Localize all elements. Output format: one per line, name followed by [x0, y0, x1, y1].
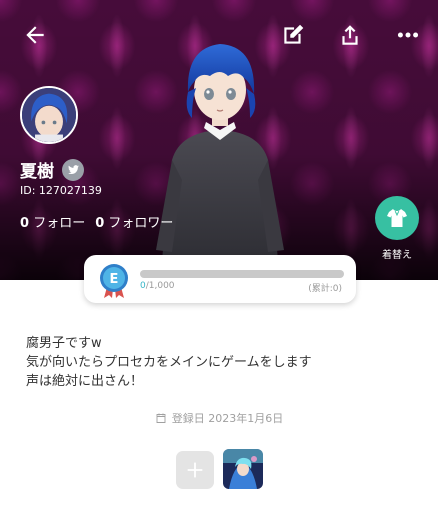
- level-badge-icon: E: [100, 264, 128, 298]
- calendar-icon: [156, 413, 166, 423]
- level-letter: E: [110, 272, 119, 287]
- registration-label: 登録日 2023年1月6日: [171, 412, 284, 425]
- back-arrow-icon: [26, 26, 44, 44]
- bio-text: 腐男子ですw 気が向いたらプロセカをメインにゲームをします 声は絶対に出さん！: [26, 336, 312, 389]
- wardrobe-label: 着替え: [382, 250, 412, 261]
- level-progress-bar: [140, 270, 344, 278]
- more-button[interactable]: [391, 18, 425, 52]
- following-label: フォロー: [33, 216, 86, 231]
- game-thumbnail[interactable]: [223, 449, 263, 489]
- back-button[interactable]: [18, 18, 52, 52]
- twitter-icon[interactable]: [62, 158, 84, 181]
- level-card[interactable]: E 0/1,000 (累計:0): [84, 255, 356, 303]
- level-total: (累計:0): [308, 284, 342, 294]
- more-icon: [397, 32, 419, 38]
- registration-date: 登録日 2023年1月6日: [0, 410, 438, 426]
- plus-icon: [187, 462, 203, 478]
- share-button[interactable]: [333, 18, 367, 52]
- wardrobe-button[interactable]: 着替え: [374, 196, 420, 261]
- followers-link[interactable]: 0 フォロワー: [95, 212, 173, 231]
- level-max: /1,000: [145, 281, 175, 291]
- avatar[interactable]: [20, 86, 78, 144]
- edit-button[interactable]: [276, 18, 310, 52]
- user-id: ID: 127027139: [20, 184, 102, 197]
- username: 夏樹: [20, 162, 54, 182]
- add-button[interactable]: [176, 451, 214, 489]
- shirt-icon: [375, 196, 419, 240]
- level-progress-count: 0/1,000: [140, 281, 175, 291]
- follow-stats: 0 フォロー 0 フォロワー: [20, 212, 173, 231]
- character-model[interactable]: [120, 30, 320, 280]
- username-row: 夏樹: [20, 157, 84, 182]
- followers-count: 0: [95, 216, 105, 231]
- following-link[interactable]: 0 フォロー: [20, 212, 85, 231]
- edit-icon: [284, 24, 304, 44]
- following-count: 0: [20, 216, 30, 231]
- share-icon: [342, 25, 358, 45]
- followers-label: フォロワー: [108, 216, 174, 231]
